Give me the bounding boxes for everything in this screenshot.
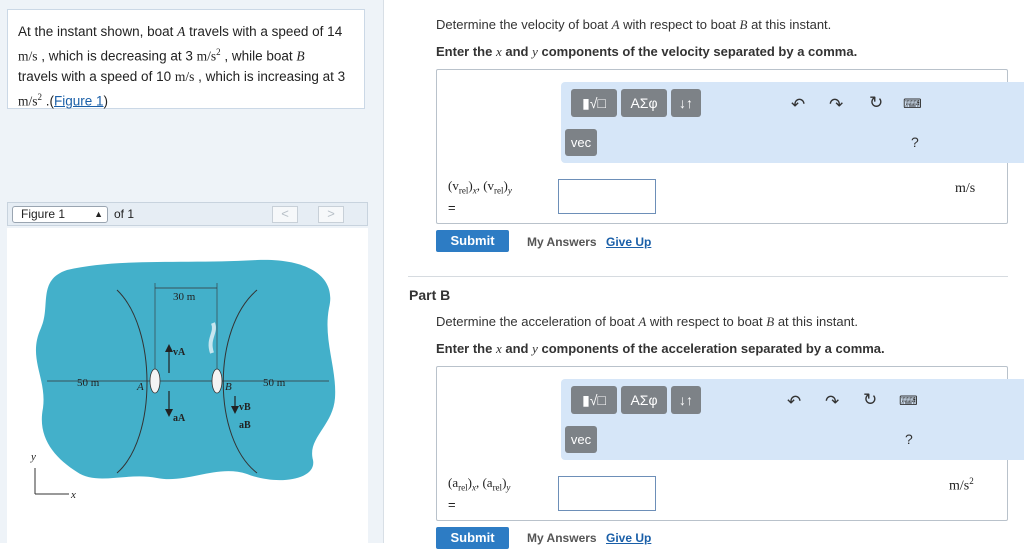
va-label: vA: [173, 347, 186, 358]
math-toolbar: ▮√□ ΑΣφ ↓↑ vec ↶ ↷ ↻ ⌨ ?: [561, 379, 1024, 460]
submit-button[interactable]: Submit: [436, 527, 509, 549]
unit: m/s: [174, 68, 195, 84]
problem-text: , which is decreasing at 3: [37, 48, 197, 64]
vrel-label: (vrel)x, (vrel)y =: [448, 178, 512, 215]
keyboard-icon[interactable]: ⌨: [903, 96, 922, 112]
vec-button[interactable]: vec: [565, 129, 597, 156]
help-button[interactable]: ?: [911, 134, 919, 150]
problem-text: ): [103, 93, 109, 108]
part-b-question: Determine the acceleration of boat A wit…: [436, 314, 859, 329]
boat-b-label: B: [225, 381, 232, 393]
my-answers-link[interactable]: My Answers: [527, 235, 597, 249]
greek-symbols-button[interactable]: ΑΣφ: [621, 386, 667, 414]
problem-text: , while boat: [220, 48, 297, 64]
figure-image: 30 m 50 m 50 m A vA aA B vB aB y x: [7, 228, 368, 543]
problem-text: travels with a speed of 10: [18, 68, 175, 84]
math-toolbar: ▮√□ ΑΣφ ↓↑ vec ↶ ↷ ↻ ⌨ ?: [561, 82, 1024, 163]
greek-symbols-button[interactable]: ΑΣφ: [621, 89, 667, 117]
ab-label: aB: [239, 420, 251, 431]
part-b-title: Part B: [409, 287, 451, 303]
boat-b-symbol: B: [296, 48, 305, 64]
sqrt-template-icon: ▮√□: [582, 392, 606, 408]
chevron-left-icon: <: [281, 206, 289, 221]
chevron-right-icon: >: [327, 206, 335, 221]
submit-button[interactable]: Submit: [436, 230, 509, 252]
vec-button[interactable]: vec: [565, 426, 597, 453]
reset-icon[interactable]: ↻: [869, 93, 883, 113]
templates-button[interactable]: ▮√□: [571, 89, 617, 117]
figure-select-value: Figure 1: [21, 207, 66, 221]
x-axis-label: x: [70, 489, 76, 501]
prev-figure-button[interactable]: <: [272, 206, 298, 223]
reset-icon[interactable]: ↻: [863, 390, 877, 410]
give-up-link[interactable]: Give Up: [606, 235, 651, 249]
figure-count: of 1: [114, 207, 135, 221]
subscript-button[interactable]: ↓↑: [671, 386, 701, 414]
redo-icon[interactable]: ↷: [825, 392, 839, 412]
subscript-button[interactable]: ↓↑: [671, 89, 701, 117]
unit: m/s: [18, 48, 38, 64]
part-a-answer-box: ▮√□ ΑΣφ ↓↑ vec ↶ ↷ ↻ ⌨ ? (vrel)x, (vrel)…: [436, 69, 1024, 224]
keyboard-icon[interactable]: ⌨: [899, 393, 918, 409]
unit-label: m/s2: [949, 476, 974, 494]
problem-text: At the instant shown, boat: [18, 24, 178, 39]
boat-b-shape: [211, 368, 223, 394]
problem-text: , which is increasing at 3: [194, 68, 346, 84]
unit: m/s: [196, 48, 217, 64]
left-panel: At the instant shown, boat A travels wit…: [0, 0, 383, 543]
undo-icon[interactable]: ↶: [791, 95, 805, 115]
help-button[interactable]: ?: [905, 431, 913, 447]
dim-right-label: 50 m: [263, 377, 286, 389]
sqrt-template-icon: ▮√□: [582, 95, 606, 111]
boat-figure: 30 m 50 m 50 m A vA aA B vB aB y x: [30, 259, 336, 501]
problem-statement: At the instant shown, boat A travels wit…: [7, 9, 365, 109]
updown-arrow-icon: ▲: [94, 209, 103, 219]
part-b-answer-box: ▮√□ ΑΣφ ↓↑ vec ↶ ↷ ↻ ⌨ ? (arel)x, (arel)…: [436, 366, 1024, 521]
redo-icon[interactable]: ↷: [829, 95, 843, 115]
boat-a-shape: [149, 368, 161, 394]
arel-input[interactable]: [558, 476, 656, 511]
templates-button[interactable]: ▮√□: [571, 386, 617, 414]
section-divider: [408, 276, 1008, 277]
vb-label: vB: [239, 402, 251, 413]
figure-navigation: Figure 1 ▲ of 1 < >: [7, 202, 368, 226]
dim-top-label: 30 m: [173, 291, 196, 303]
part-a-question: Determine the velocity of boat A with re…: [436, 17, 832, 32]
problem-text: travels with a speed of 14: [185, 24, 343, 39]
problem-text: .(: [42, 93, 55, 108]
dim-left-label: 50 m: [77, 377, 100, 389]
vrel-input[interactable]: [558, 179, 656, 214]
figure-select[interactable]: Figure 1 ▲: [12, 206, 108, 223]
figure-link[interactable]: Figure 1: [54, 93, 104, 108]
undo-icon[interactable]: ↶: [787, 392, 801, 412]
boat-a-label: A: [136, 381, 144, 393]
unit-label: m/s: [955, 181, 976, 196]
y-axis-label: y: [30, 451, 36, 463]
unit: m/s: [18, 93, 38, 108]
part-b-instructions: Enter the x and y components of the acce…: [436, 341, 885, 356]
part-a-instructions: Enter the x and y components of the velo…: [436, 44, 858, 59]
arel-label: (arel)x, (arel)y =: [448, 475, 511, 512]
panel-divider: [383, 0, 384, 543]
aa-label: aA: [173, 413, 186, 424]
next-figure-button[interactable]: >: [318, 206, 344, 223]
